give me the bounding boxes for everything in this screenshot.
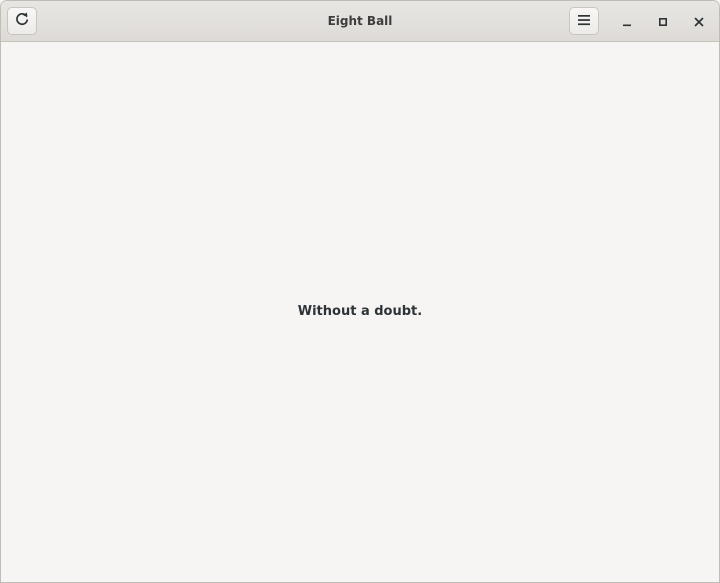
maximize-button[interactable] bbox=[651, 9, 675, 33]
answer-text: Without a doubt. bbox=[297, 304, 423, 319]
close-icon bbox=[694, 12, 704, 31]
main-menu-button[interactable] bbox=[569, 7, 599, 35]
window-title: Eight Ball bbox=[327, 14, 393, 28]
refresh-button[interactable] bbox=[7, 7, 37, 35]
hamburger-menu-icon bbox=[577, 12, 591, 31]
refresh-icon bbox=[14, 11, 30, 31]
close-button[interactable] bbox=[687, 9, 711, 33]
header-bar: Eight Ball bbox=[1, 1, 719, 42]
minimize-icon bbox=[622, 12, 632, 31]
main-content: Without a doubt. bbox=[1, 42, 719, 582]
minimize-button[interactable] bbox=[615, 9, 639, 33]
maximize-icon bbox=[658, 12, 668, 31]
app-window: Eight Ball Without a doubt. bbox=[0, 0, 720, 583]
